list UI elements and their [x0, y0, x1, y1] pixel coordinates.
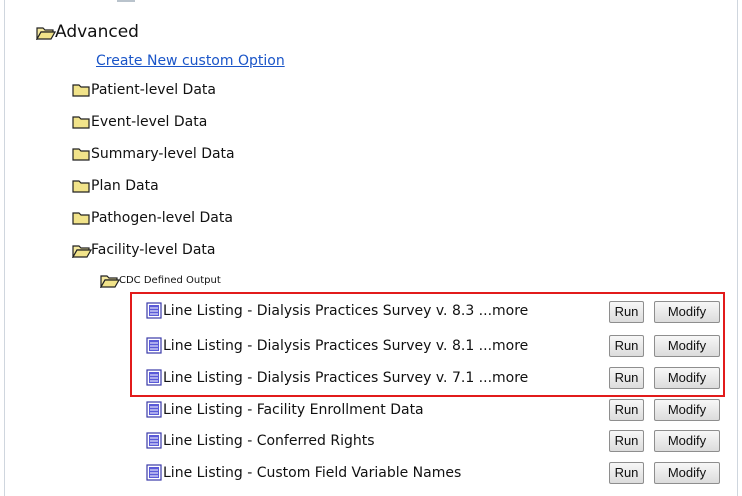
tree-label: Plan Data	[91, 178, 159, 194]
report-document-icon	[146, 432, 162, 449]
report-label: Line Listing - Custom Field Variable Nam…	[163, 464, 462, 481]
highlight-box	[130, 292, 725, 397]
modify-button[interactable]: Modify	[654, 430, 720, 452]
folder-icon	[72, 211, 90, 225]
folder-open-icon	[100, 274, 120, 288]
tree-label: Patient-level Data	[91, 82, 216, 98]
tree-node-patient-level[interactable]: Patient-level Data	[72, 82, 216, 98]
tree-node-event-level[interactable]: Event-level Data	[72, 114, 207, 130]
tree-node-summary-level[interactable]: Summary-level Data	[72, 146, 235, 162]
tree-label: CDC Defined Output	[119, 275, 221, 286]
run-button[interactable]: Run	[609, 462, 644, 484]
create-custom-option-link[interactable]: Create New custom Option	[96, 53, 285, 69]
run-button[interactable]: Run	[609, 399, 644, 421]
folder-icon	[72, 179, 90, 193]
report-row[interactable]: Line Listing - Conferred Rights	[146, 432, 375, 449]
report-row[interactable]: Line Listing - Custom Field Variable Nam…	[146, 464, 461, 481]
folder-open-icon	[72, 244, 92, 258]
report-document-icon	[146, 401, 162, 418]
tree-node-plan-data[interactable]: Plan Data	[72, 178, 159, 194]
tree-node-cdc-defined-output[interactable]: CDC Defined Output	[100, 274, 221, 288]
tree-label: Pathogen-level Data	[91, 210, 233, 226]
tree-label: Advanced	[55, 22, 139, 42]
folder-open-icon	[36, 26, 56, 40]
report-label: Line Listing - Facility Enrollment Data	[163, 401, 424, 418]
tree-label: Event-level Data	[91, 114, 208, 130]
tree-label: Facility-level Data	[91, 242, 216, 258]
tree-label: Summary-level Data	[91, 146, 235, 162]
report-label: Line Listing - Conferred Rights	[163, 432, 375, 449]
modify-button[interactable]: Modify	[654, 462, 720, 484]
report-document-icon	[146, 464, 162, 481]
tree-node-pathogen-level[interactable]: Pathogen-level Data	[72, 210, 233, 226]
modify-button[interactable]: Modify	[654, 399, 720, 421]
report-row[interactable]: Line Listing - Facility Enrollment Data	[146, 401, 424, 418]
create-option-link-row: Create New custom Option	[96, 53, 285, 69]
tree-node-advanced[interactable]: Advanced	[36, 22, 139, 42]
tree-connector	[117, 0, 135, 2]
folder-icon	[72, 115, 90, 129]
tree-node-facility-level[interactable]: Facility-level Data	[72, 242, 215, 258]
folder-icon	[72, 83, 90, 97]
run-button[interactable]: Run	[609, 430, 644, 452]
folder-icon	[72, 147, 90, 161]
